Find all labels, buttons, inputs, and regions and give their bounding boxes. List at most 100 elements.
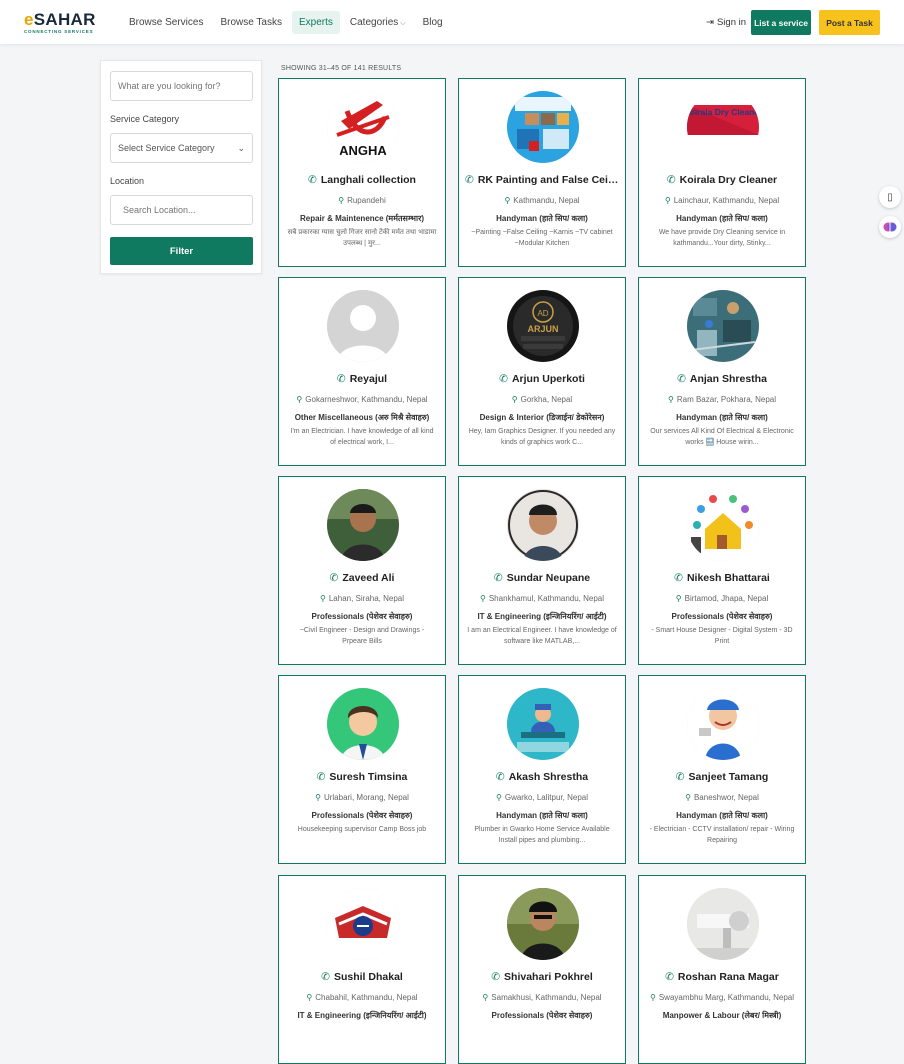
phone-icon: ✆ [491, 971, 501, 983]
svg-text:ARJUN: ARJUN [527, 324, 558, 334]
expert-description: I am an Electrical Engineer. I have know… [467, 627, 617, 645]
expert-card[interactable]: ✆ Sushil Dhakal ⚲ Chabahil, Kathmandu, Nep… [278, 875, 446, 1064]
avatar [687, 290, 759, 362]
location-pin-icon: ⚲ [685, 793, 691, 802]
location-pin-icon: ⚲ [479, 594, 486, 603]
location-pin-icon: ⚲ [296, 395, 303, 404]
expert-name[interactable]: ✆ Zaveed Ali [285, 572, 439, 584]
expert-card[interactable]: ✆ Sanjeet Tamang ⚲ Baneshwor, Nepal Handym… [638, 675, 806, 864]
filter-sidebar: Service Category Select Service Category… [100, 60, 262, 274]
expert-location: ⚲ Ram Bazar, Pokhara, Nepal [667, 395, 777, 404]
search-input[interactable] [110, 71, 253, 101]
expert-description: ~Painting ~False Ceiling ~Karnis ~TV cab… [471, 229, 613, 247]
expert-card[interactable]: ✆ Shivahari Pokhrel ⚲ Samakhusi, Kathmandu… [458, 875, 626, 1064]
phone-icon: ✆ [321, 971, 330, 983]
signin-link[interactable]: ⇥ Sign in [706, 17, 746, 28]
expert-card[interactable]: ANGHA ✆ Langhali collection ⚲ Rupandehi Re… [278, 78, 446, 267]
expert-name[interactable]: ✆ Langhali collection [285, 174, 439, 186]
chevron-down-icon: ⌄ [237, 142, 245, 153]
avatar: Koirala Dry Cleaner [687, 91, 759, 163]
phone-icon: ✆ [499, 373, 508, 385]
expert-card[interactable]: ✆ Akash Shrestha ⚲ Gwarko, Lalitpur, Nepal… [458, 675, 626, 864]
nav-categories[interactable]: Categories ⌵ [343, 11, 413, 34]
expert-description: Housekeeping supervisor Camp Boss job [297, 826, 427, 833]
location-pin-icon: ⚲ [338, 196, 345, 205]
expert-category: Other Miscellaneous (अरु मिश्रै सेवाहरु) [294, 413, 430, 422]
expert-card[interactable]: AD ARJUN ✆ Arjun Uperkoti ⚲ Gorkha, Nepal D… [458, 277, 626, 466]
service-category-select[interactable]: Select Service Category ⌄ [110, 133, 253, 163]
expert-category: Professionals (पेशेवर सेवाहरु) [491, 1011, 593, 1020]
location-pin-icon: ⚲ [649, 993, 656, 1002]
avatar [507, 91, 579, 163]
expert-card[interactable]: Koirala Dry Cleaner ✆ Koirala Dry Cleaner… [638, 78, 806, 267]
expert-location: ⚲ Gokarneshwor, Kathmandu, Nepal [296, 395, 428, 404]
expert-description: सबै प्रकारका ग्यास चुलो गिजर सानो टेंकी … [287, 229, 437, 247]
expert-description: - Electrician - CCTV installation/ repai… [649, 826, 795, 844]
expert-card[interactable]: ✆ Zaveed Ali ⚲ Lahan, Siraha, Nepal Profes… [278, 476, 446, 665]
expert-name[interactable]: ✆ Anjan Shrestha [645, 373, 799, 385]
location-label: Location [110, 176, 145, 186]
expert-location: ⚲ Birtamod, Jhapa, Nepal [675, 594, 769, 603]
expert-card[interactable]: ✆ Anjan Shrestha ⚲ Ram Bazar, Pokhara, Nep… [638, 277, 806, 466]
expert-category: Handyman (हाते सिप/ कला) [676, 811, 768, 820]
avatar [507, 888, 579, 960]
expert-card[interactable]: ✆ RK Painting and False Ceiling ⚲ Kathmand… [458, 78, 626, 267]
expert-name[interactable]: ✆ Suresh Timsina [285, 771, 439, 783]
expert-category: Design & Interior (डिजाईन/ डेकोरेसन) [479, 413, 605, 422]
avatar [327, 290, 399, 362]
nav-browse-tasks[interactable]: Browse Tasks [213, 11, 289, 34]
avatar [327, 489, 399, 561]
nav-experts[interactable]: Experts [291, 11, 340, 34]
phone-icon: ✆ [495, 771, 505, 783]
expert-name[interactable]: ✆ Koirala Dry Cleaner [645, 174, 799, 186]
phone-icon: ✆ [674, 572, 683, 584]
phone-icon: ✆ [665, 971, 674, 983]
phone-icon: ✆ [316, 771, 326, 783]
expert-card[interactable]: ✆ Reyajul ⚲ Gokarneshwor, Kathmandu, Nepal… [278, 277, 446, 466]
expert-description: I'm an Electrician. I have knowledge of … [290, 428, 434, 446]
expert-card[interactable]: ✆ Suresh Timsina ⚲ Urlabari, Morang, Nepal… [278, 675, 446, 864]
location-pin-icon: ⚲ [504, 196, 511, 205]
expert-name[interactable]: ✆ Nikesh Bhattarai [645, 572, 799, 584]
expert-name[interactable]: ✆ Akash Shrestha [465, 771, 619, 783]
expert-description: Our services All Kind Of Electrical & El… [650, 428, 794, 446]
expert-name[interactable]: ✆ Roshan Rana Magar [645, 971, 799, 983]
expert-description: We have provide Dry Cleaning service in … [658, 229, 786, 247]
expert-category: Professionals (पेशेवर सेवाहरु) [671, 612, 773, 621]
list-service-button[interactable]: List a service [751, 10, 811, 35]
expert-location: ⚲ Samakhusi, Kathmandu, Nepal [482, 993, 602, 1002]
expert-category: Handyman (हाते सिप/ कला) [496, 214, 588, 223]
expert-name[interactable]: ✆ Sushil Dhakal [285, 971, 439, 983]
nav-blog[interactable]: Blog [416, 11, 450, 34]
expert-name[interactable]: ✆ Sanjeet Tamang [645, 771, 799, 783]
svg-text:AD: AD [537, 309, 548, 318]
svg-text:ANGHA: ANGHA [339, 143, 387, 158]
expert-name[interactable]: ✆ Reyajul [285, 373, 439, 385]
expert-name[interactable]: ✆ RK Painting and False Ceiling [465, 174, 619, 186]
expert-category: Manpower & Labour (लेबर/ मिस्त्री) [662, 1011, 782, 1020]
expert-card[interactable]: ✆ Sundar Neupane ⚲ Shankhamul, Kathmandu, … [458, 476, 626, 665]
expert-card[interactable]: ✆ Nikesh Bhattarai ⚲ Birtamod, Jhapa, Nepa… [638, 476, 806, 665]
location-pin-icon: ⚲ [675, 594, 682, 603]
esahar-logo[interactable]: eSAHAR CONNECTING SERVICES [24, 11, 104, 35]
avatar [507, 489, 579, 561]
results-count: SHOWING 31–45 OF 141 RESULTS [281, 65, 402, 72]
location-input[interactable] [110, 195, 253, 225]
location-pin-icon: ⚲ [495, 793, 502, 802]
chevron-down-icon: ⌵ [400, 20, 406, 27]
location-pin-icon: ⚲ [664, 196, 671, 205]
expert-name[interactable]: ✆ Shivahari Pokhrel [465, 971, 619, 983]
location-pin-icon: ⚲ [306, 993, 313, 1002]
nav-browse-services[interactable]: Browse Services [122, 11, 210, 34]
main-menu: Browse Services Browse Tasks Experts Cat… [122, 11, 453, 34]
filter-button[interactable]: Filter [110, 237, 253, 265]
reader-icon[interactable]: ▯ [879, 186, 901, 208]
avatar: AD ARJUN [507, 290, 579, 362]
post-task-button[interactable]: Post a Task [819, 10, 880, 35]
phone-icon: ✆ [308, 174, 317, 186]
expert-name[interactable]: ✆ Arjun Uperkoti [465, 373, 619, 385]
expert-name[interactable]: ✆ Sundar Neupane [465, 572, 619, 584]
expert-location: ⚲ Lainchaur, Kathmandu, Nepal [664, 196, 780, 205]
expert-card[interactable]: ✆ Roshan Rana Magar ⚲ Swayambhu Marg, Kath… [638, 875, 806, 1064]
brain-icon[interactable] [879, 216, 901, 238]
